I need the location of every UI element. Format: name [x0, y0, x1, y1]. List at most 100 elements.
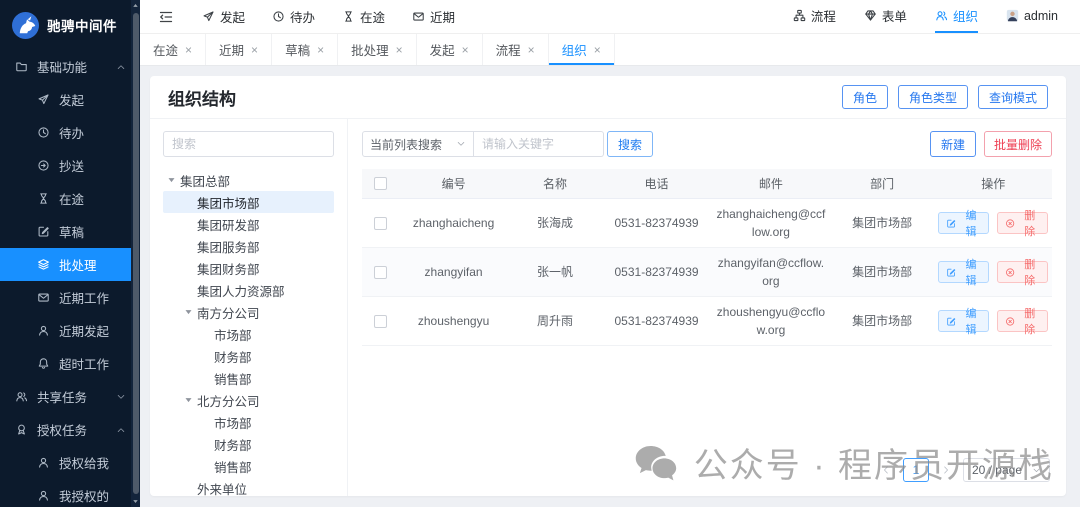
sidebar-scrollbar[interactable]: [131, 0, 140, 507]
quick-link[interactable]: 在途: [342, 7, 385, 26]
tab[interactable]: 近期 ×: [206, 34, 273, 65]
row-checkbox[interactable]: [373, 314, 387, 328]
header-action-button[interactable]: 角色类型: [897, 85, 968, 109]
quick-link[interactable]: 待办: [272, 7, 315, 26]
tab[interactable]: 发起 ×: [417, 34, 483, 65]
sidebar-item[interactable]: 抄送: [0, 149, 140, 182]
tab-close-icon[interactable]: ×: [462, 44, 469, 56]
sidebar-item[interactable]: 在途: [0, 182, 140, 215]
tree-node[interactable]: 集团人力资源部: [163, 279, 334, 301]
scroll-down-icon[interactable]: [131, 496, 140, 506]
scroll-up-icon[interactable]: [131, 1, 140, 11]
tree-node[interactable]: 集团研发部: [163, 213, 334, 235]
tree-node-label: 集团人力资源部: [197, 284, 285, 299]
quick-link[interactable]: 近期: [412, 7, 455, 26]
sidebar-item[interactable]: 超时工作: [0, 347, 140, 380]
page-size-select[interactable]: 20 / page: [962, 458, 1050, 482]
header-action-button[interactable]: 角色: [841, 85, 888, 109]
cell-code: zhangyifan: [424, 265, 483, 279]
tab-label: 在途: [153, 44, 179, 58]
search-scope-value: 当前列表搜索: [370, 137, 443, 152]
tree-node[interactable]: 集团财务部: [163, 257, 334, 279]
hourglass-icon: [342, 10, 355, 23]
delete-button[interactable]: 删除: [997, 210, 1049, 238]
tree-node-label: 集团服务部: [197, 240, 260, 255]
tree-node[interactable]: 市场部: [163, 323, 334, 345]
mail-icon: [37, 291, 50, 304]
tab-close-icon[interactable]: ×: [185, 44, 192, 56]
edit-button[interactable]: 编辑: [938, 210, 990, 238]
tab[interactable]: 流程 ×: [483, 34, 549, 65]
edit-button[interactable]: 编辑: [938, 308, 990, 336]
sidebar-item[interactable]: 近期工作: [0, 281, 140, 314]
tab[interactable]: 组织 ×: [549, 34, 615, 65]
chevron-right-icon: [941, 465, 951, 475]
sidebar-item[interactable]: 批处理: [0, 248, 140, 281]
next-page-button[interactable]: [935, 458, 957, 482]
select-all-checkbox[interactable]: [373, 177, 387, 190]
header-nav-link[interactable]: 流程: [793, 0, 836, 33]
tree-search-input[interactable]: [163, 131, 334, 157]
keyword-input[interactable]: [474, 131, 604, 157]
cell-dept: 集团市场部: [852, 216, 913, 230]
sidebar-item[interactable]: 基础功能: [0, 50, 140, 83]
row-checkbox[interactable]: [373, 265, 387, 279]
header-nav-link[interactable]: 表单: [864, 0, 907, 33]
prev-page-button[interactable]: [875, 458, 897, 482]
chevron-up-icon: [116, 425, 126, 435]
delete-button[interactable]: 删除: [997, 259, 1049, 287]
tree-node[interactable]: 北方分公司: [163, 389, 334, 411]
batch-delete-button[interactable]: 批量删除: [983, 131, 1052, 157]
sidebar-item[interactable]: 草稿: [0, 215, 140, 248]
quick-links: 发起 待办 在途 近期: [202, 7, 482, 26]
tab[interactable]: 批处理 ×: [338, 34, 417, 65]
new-button[interactable]: 新建: [929, 131, 976, 157]
tab[interactable]: 草稿 ×: [272, 34, 339, 65]
brand: 驰骋中间件: [0, 0, 140, 50]
tab-close-icon[interactable]: ×: [251, 44, 258, 56]
cell-code: zhanghaicheng: [412, 216, 495, 230]
tree-node[interactable]: 外来单位: [163, 477, 334, 499]
sidebar-item[interactable]: 近期发起: [0, 314, 140, 347]
row-checkbox[interactable]: [373, 216, 387, 230]
sidebar-item[interactable]: 发起: [0, 83, 140, 116]
tree-node-label: 财务部: [214, 438, 252, 453]
sidebar-item[interactable]: 待办: [0, 116, 140, 149]
search-scope-select[interactable]: 当前列表搜索: [362, 131, 474, 157]
tree-node[interactable]: 集团服务部: [163, 235, 334, 257]
chevron-down-icon: [456, 139, 466, 149]
tab-close-icon[interactable]: ×: [594, 44, 601, 56]
tree-node[interactable]: 集团总部: [163, 169, 334, 191]
sidebar-item[interactable]: 授权给我: [0, 446, 140, 479]
scrollbar-thumb[interactable]: [132, 13, 139, 494]
tab-close-icon[interactable]: ×: [317, 44, 324, 56]
delete-button[interactable]: 删除: [997, 308, 1049, 336]
sidebar-item[interactable]: 授权任务: [0, 413, 140, 446]
table-row: zhangyifan 张一帆 0531-82374939 zhangyifan@…: [362, 248, 1052, 297]
tab[interactable]: 在途 ×: [140, 34, 207, 65]
quick-link-label: 在途: [360, 11, 386, 25]
tree-node[interactable]: 集团市场部: [163, 191, 334, 213]
tree-node[interactable]: 南方分公司: [163, 301, 334, 323]
edit-button[interactable]: 编辑: [938, 259, 990, 287]
tree-node[interactable]: 财务部: [163, 433, 334, 455]
header-nav-link[interactable]: admin: [1006, 0, 1058, 33]
header-action-button[interactable]: 查询模式: [977, 85, 1048, 109]
tree-node[interactable]: 市场部: [163, 411, 334, 433]
tree-node[interactable]: 财务部: [163, 345, 334, 367]
sidebar-item[interactable]: 共享任务: [0, 380, 140, 413]
tab-close-icon[interactable]: ×: [528, 44, 535, 56]
header-nav-link[interactable]: 组织: [934, 0, 978, 33]
menu-fold-icon[interactable]: [158, 9, 174, 25]
tree-node[interactable]: 销售部: [163, 367, 334, 389]
sidebar-item-label: 在途: [59, 193, 85, 207]
quick-link[interactable]: 发起: [202, 7, 245, 26]
tab-close-icon[interactable]: ×: [396, 44, 403, 56]
page-number[interactable]: 1: [902, 458, 929, 482]
sidebar-item[interactable]: 我授权的: [0, 479, 140, 507]
tree-node[interactable]: 销售部: [163, 455, 334, 477]
table-header: 编号 名称 电话 邮件 部门 操作: [362, 169, 1052, 199]
tab-label: 组织: [561, 44, 587, 58]
search-button[interactable]: 搜索: [607, 131, 654, 157]
sidebar-menu: 基础功能 发起 待办 抄送 在途 草稿 批处理 近期工作 近期发起 超时工作 共…: [0, 50, 140, 507]
